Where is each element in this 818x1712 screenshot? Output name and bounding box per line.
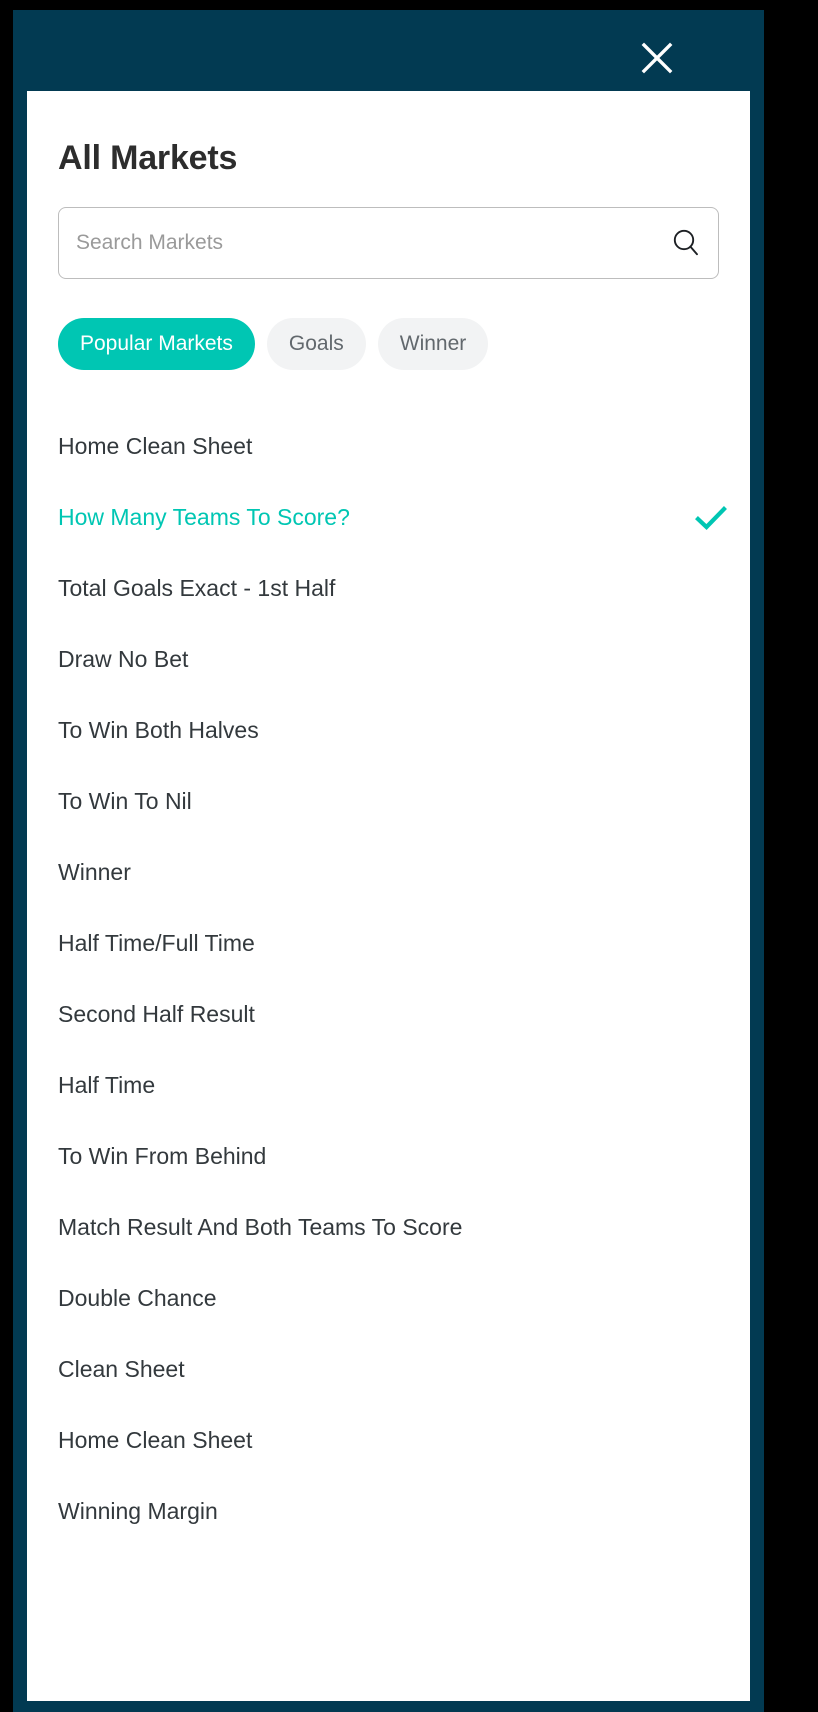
market-list-item-label: Clean Sheet: [58, 1356, 185, 1382]
market-list-item[interactable]: Draw No Bet: [27, 624, 750, 695]
market-list-item-label: How Many Teams To Score?: [58, 504, 350, 530]
market-category-filters: Popular Markets Goals Winner: [58, 318, 750, 370]
market-list-item[interactable]: Second Half Result: [27, 979, 750, 1050]
market-list-item-label: Half Time/Full Time: [58, 930, 255, 956]
market-list: Home Clean Sheet How Many Teams To Score?…: [27, 411, 750, 1547]
market-list-item-label: Double Chance: [58, 1285, 217, 1311]
check-icon: [694, 501, 728, 535]
screen-root: All Markets Popular MarketsGoalsWinner H…: [0, 0, 818, 1712]
market-list-item-label: Draw No Bet: [58, 646, 189, 672]
close-icon[interactable]: [636, 37, 678, 79]
market-list-item-label: Total Goals Exact - 1st Half: [58, 575, 336, 601]
market-list-item[interactable]: Half Time/Full Time: [27, 908, 750, 979]
market-list-item[interactable]: How Many Teams To Score?: [27, 482, 750, 553]
market-list-item[interactable]: Winner: [27, 837, 750, 908]
market-list-item-label: Match Result And Both Teams To Score: [58, 1214, 463, 1240]
market-list-item-label: To Win Both Halves: [58, 717, 259, 743]
market-list-item[interactable]: To Win Both Halves: [27, 695, 750, 766]
market-list-item[interactable]: To Win To Nil: [27, 766, 750, 837]
filter-pill-popular-markets[interactable]: Popular Markets: [58, 318, 255, 370]
filter-pill-winner[interactable]: Winner: [377, 318, 489, 370]
market-list-item-label: Half Time: [58, 1072, 156, 1098]
market-list-item[interactable]: Home Clean Sheet: [27, 1405, 750, 1476]
filter-pill-goals[interactable]: Goals: [266, 318, 366, 370]
market-list-item-label: Home Clean Sheet: [58, 1427, 253, 1453]
market-list-item[interactable]: Clean Sheet: [27, 1334, 750, 1405]
market-list-item-label: Winning Margin: [58, 1498, 218, 1524]
market-list-item-label: Second Half Result: [58, 1001, 255, 1027]
market-list-item-label: To Win To Nil: [58, 788, 192, 814]
market-list-item[interactable]: Match Result And Both Teams To Score: [27, 1192, 750, 1263]
market-list-item[interactable]: To Win From Behind: [27, 1121, 750, 1192]
market-list-item[interactable]: Total Goals Exact - 1st Half: [27, 553, 750, 624]
all-markets-sheet: All Markets Popular MarketsGoalsWinner H…: [27, 91, 750, 1701]
market-list-item-label: To Win From Behind: [58, 1143, 267, 1169]
market-list-item[interactable]: Half Time: [27, 1050, 750, 1121]
page-title: All Markets: [58, 139, 238, 177]
market-list-item[interactable]: Home Clean Sheet: [27, 411, 750, 482]
market-list-item-label: Winner: [58, 859, 131, 885]
search-input[interactable]: [58, 207, 719, 279]
modal-header-bar: [13, 10, 764, 91]
search-field-wrapper: [58, 207, 719, 279]
market-list-item[interactable]: Winning Margin: [27, 1476, 750, 1547]
market-list-item[interactable]: Double Chance: [27, 1263, 750, 1334]
market-list-item-label: Home Clean Sheet: [58, 433, 253, 459]
